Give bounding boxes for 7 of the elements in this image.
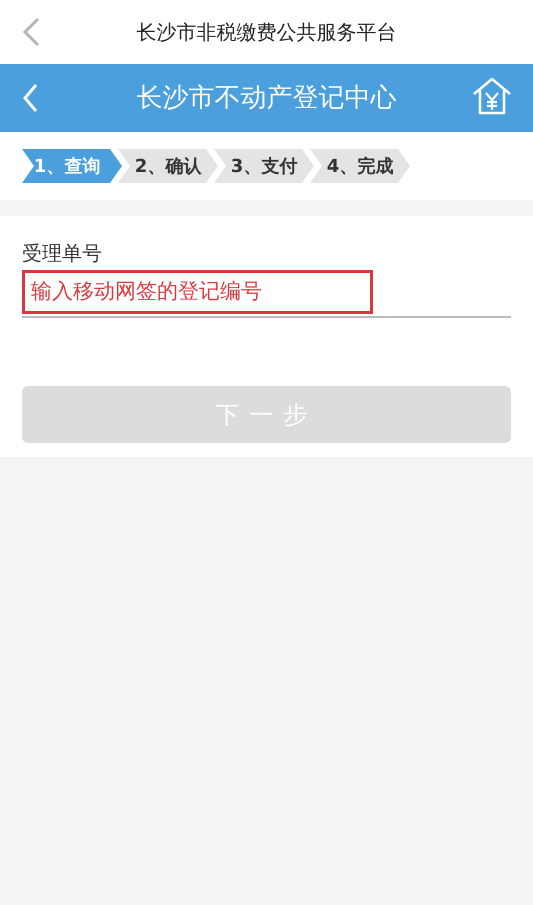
annotation-text: 输入移动网签的登记编号 — [31, 278, 262, 306]
house-yen-icon[interactable] — [471, 76, 513, 116]
header-title: 长沙市不动产登记中心 — [136, 82, 396, 112]
page-title: 长沙市非税缴费公共服务平台 — [136, 20, 396, 44]
back-icon[interactable] — [22, 17, 40, 47]
input-field[interactable]: 输入移动网签的登记编号 — [22, 270, 511, 318]
field-label: 受理单号 — [22, 240, 103, 267]
